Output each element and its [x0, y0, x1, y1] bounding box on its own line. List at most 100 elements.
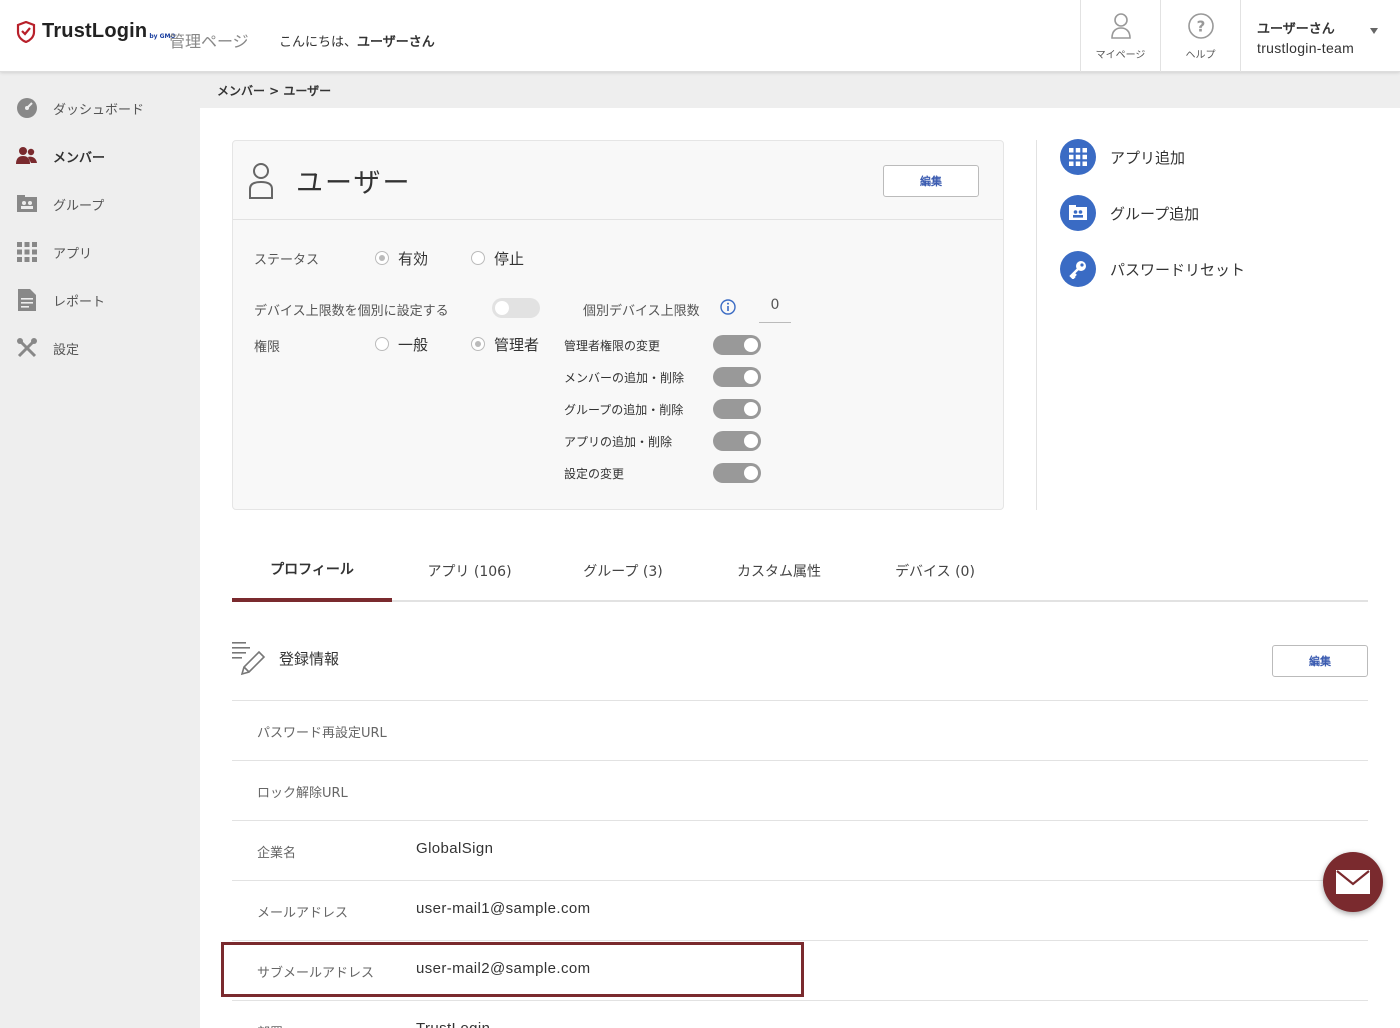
group-add-icon: [1060, 195, 1096, 231]
tab-devices[interactable]: デバイス (0): [859, 540, 1011, 602]
permission-toggle[interactable]: [713, 399, 761, 419]
field-value: GlobalSign: [416, 840, 494, 857]
sidebar-item-dashboard[interactable]: ダッシュボード: [0, 84, 200, 132]
sidebar-item-label: 設定: [53, 342, 80, 358]
status-stopped-label: 停止: [494, 250, 525, 268]
user-icon: [249, 163, 273, 199]
password-reset-label: パスワードリセット: [1110, 260, 1246, 279]
role-general-radio[interactable]: [375, 337, 389, 351]
top-header: TrustLogin by GMO 管理ページ こんにちは、ユーザーさん マイペ…: [0, 0, 1400, 72]
apps-grid-icon: [1060, 139, 1096, 175]
breadcrumb[interactable]: メンバー > ユーザー: [200, 72, 1400, 108]
chevron-down-icon: [1370, 28, 1378, 34]
tab-groups[interactable]: グループ (3): [547, 540, 699, 602]
add-group-label: グループ追加: [1110, 204, 1200, 223]
tab-apps[interactable]: アプリ (106): [392, 540, 547, 602]
role-general-label: 一般: [398, 336, 429, 354]
contact-mail-button[interactable]: [1323, 852, 1383, 912]
field-value: TrustLogin: [416, 1020, 490, 1028]
status-stopped-radio[interactable]: [471, 251, 485, 265]
profile-tabs: プロフィール アプリ (106) グループ (3) カスタム属性 デバイス (0…: [232, 540, 1368, 602]
field-label: ロック解除URL: [257, 786, 348, 801]
add-group-action[interactable]: グループ追加: [1060, 195, 1199, 231]
role-admin-label: 管理者: [494, 336, 540, 354]
sidebar-item-members[interactable]: メンバー: [0, 132, 200, 180]
permission-label: 設定の変更: [564, 467, 625, 481]
svg-text:?: ?: [1196, 17, 1205, 35]
admin-page-label: 管理ページ: [169, 32, 249, 51]
permission-toggle[interactable]: [713, 463, 761, 483]
mypage-button[interactable]: マイページ: [1080, 0, 1160, 72]
field-label: パスワード再設定URL: [257, 726, 387, 741]
table-row: パスワード再設定URL: [232, 700, 1368, 760]
field-value: user-mail1@sample.com: [416, 900, 591, 917]
permission-toggle[interactable]: [713, 335, 761, 355]
shield-logo-icon: [16, 20, 36, 43]
dashboard-icon: [16, 97, 38, 119]
greeting: こんにちは、ユーザーさん: [279, 31, 435, 50]
sidebar-item-reports[interactable]: レポート: [0, 276, 200, 324]
divider: [1036, 140, 1037, 510]
sidebar-item-label: ダッシュボード: [53, 102, 145, 118]
trustlogin-logo[interactable]: TrustLogin by GMO: [16, 20, 176, 43]
sidebar-item-settings[interactable]: 設定: [0, 324, 200, 372]
field-label: 企業名: [257, 846, 297, 861]
sidebar-item-groups[interactable]: グループ: [0, 180, 200, 228]
permission-toggle[interactable]: [713, 431, 761, 451]
device-limit-label: デバイス上限数を個別に設定する: [254, 304, 449, 319]
header-user-team: trustlogin-team: [1257, 40, 1355, 56]
status-active-radio[interactable]: [375, 251, 389, 265]
add-app-label: アプリ追加: [1110, 148, 1186, 167]
logo-text: TrustLogin: [42, 20, 148, 42]
status-active-label: 有効: [398, 250, 429, 268]
role-label: 権限: [254, 340, 281, 355]
group-icon: [16, 193, 38, 215]
permission-label: メンバーの追加・削除: [564, 371, 685, 385]
edit-registration-button[interactable]: 編集: [1272, 645, 1368, 677]
user-info-card: ユーザー 編集 ステータス 有効 停止 デバイス上限数を個別に設定する 個別デバ…: [232, 140, 1004, 510]
status-label: ステータス: [254, 253, 320, 268]
password-reset-action[interactable]: パスワードリセット: [1060, 251, 1245, 287]
user-menu[interactable]: ユーザーさん trustlogin-team: [1240, 0, 1400, 72]
sidebar-item-label: レポート: [53, 294, 106, 310]
field-value: user-mail2@sample.com: [416, 960, 591, 977]
sidebar-item-apps[interactable]: アプリ: [0, 228, 200, 276]
mypage-label: マイページ: [1095, 49, 1146, 61]
help-label: ヘルプ: [1185, 49, 1216, 61]
permission-toggle[interactable]: [713, 367, 761, 387]
tab-custom-attributes[interactable]: カスタム属性: [699, 540, 859, 602]
table-row: 部署 TrustLogin: [232, 1000, 1368, 1028]
key-icon: [1060, 251, 1096, 287]
sidebar: ダッシュボード メンバー グループ アプリ レポート 設定: [0, 72, 200, 1028]
user-icon: [1110, 12, 1131, 39]
info-icon[interactable]: [720, 299, 736, 315]
table-row: サブメールアドレス user-mail2@sample.com: [232, 940, 1368, 1000]
role-admin-radio[interactable]: [471, 337, 485, 351]
table-row: メールアドレス user-mail1@sample.com: [232, 880, 1368, 940]
edit-note-icon: [232, 642, 266, 676]
field-label: メールアドレス: [257, 906, 349, 921]
field-label: サブメールアドレス: [257, 966, 375, 981]
tab-profile[interactable]: プロフィール: [232, 540, 392, 602]
permission-label: グループの追加・削除: [564, 403, 684, 417]
table-row: 企業名 GlobalSign: [232, 820, 1368, 880]
report-icon: [16, 289, 38, 311]
sidebar-item-label: アプリ: [53, 246, 93, 262]
apps-grid-icon: [16, 241, 38, 263]
page-title: ユーザー: [296, 168, 412, 199]
settings-tools-icon: [16, 337, 38, 359]
edit-user-button[interactable]: 編集: [883, 165, 979, 197]
registration-title: 登録情報: [279, 650, 340, 668]
permission-label: 管理者権限の変更: [564, 339, 661, 353]
sidebar-item-label: グループ: [53, 198, 105, 214]
device-limit-toggle[interactable]: [492, 298, 540, 318]
individual-limit-input[interactable]: 0: [759, 293, 791, 323]
help-button[interactable]: ? ヘルプ: [1160, 0, 1240, 72]
members-icon: [16, 145, 38, 167]
table-row: ロック解除URL: [232, 760, 1368, 820]
greeting-name: ユーザーさん: [357, 35, 435, 50]
header-user-name: ユーザーさん: [1257, 22, 1335, 37]
help-icon: ?: [1187, 12, 1214, 39]
add-app-action[interactable]: アプリ追加: [1060, 139, 1185, 175]
individual-limit-label: 個別デバイス上限数: [583, 304, 700, 319]
